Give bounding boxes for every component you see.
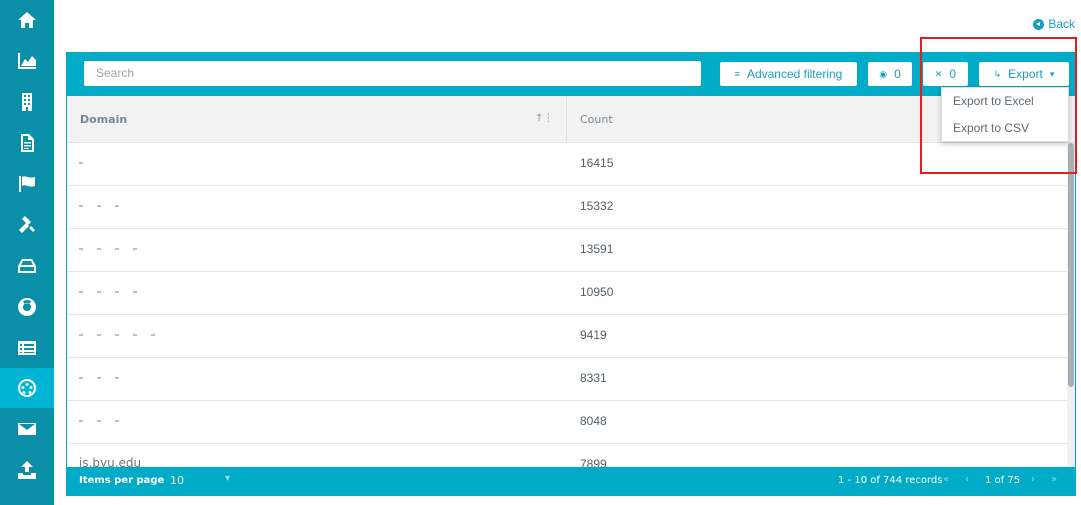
highlight-annotation [920,37,1077,174]
count-cell: 8331 [580,371,607,385]
count-cell: 16415 [580,156,614,170]
search-input[interactable]: Search [84,61,701,86]
caret-down-icon[interactable]: ▾ [225,473,230,484]
domain-cell [79,241,479,261]
sidebar [0,0,54,505]
document-icon [21,134,34,152]
hard-drive-icon [18,259,36,273]
table-row[interactable]: 8048 [67,401,1067,444]
table-row[interactable]: 10950 [67,272,1067,315]
count-cell: 8048 [580,414,607,428]
nav-storage[interactable] [0,246,54,286]
sort-icon[interactable]: ↑⋮ [535,113,553,124]
first-page-icon[interactable]: « [943,474,949,485]
network-icon [18,379,37,397]
nav-documents[interactable] [0,123,54,163]
next-page-icon[interactable]: › [1031,474,1035,485]
last-page-icon[interactable]: » [1051,474,1057,485]
scrollbar-thumb[interactable] [1068,143,1074,387]
items-per-page-label: Items per page [79,475,165,486]
building-icon [22,93,32,111]
domain-cell [79,413,479,433]
list-icon [18,341,36,355]
count-cell: 9419 [580,328,607,342]
visible-columns-button[interactable]: ◉ 0 [868,62,912,86]
nav-home[interactable] [0,0,54,40]
domain-cell [79,284,479,304]
pagination-footer: Items per page 10 ▾ 1 - 10 of 744 record… [67,467,1075,495]
domain-cell [79,198,479,218]
back-link[interactable]: Back [1033,17,1075,31]
items-per-page-select[interactable]: 10 [170,474,184,487]
filter-icon: ≡ [734,69,740,79]
upload-icon [18,461,36,479]
domain-cell [79,370,479,390]
eye-icon: ◉ [879,68,888,79]
nav-buildings[interactable] [0,82,54,122]
domain-cell [79,327,479,347]
nav-network[interactable] [0,368,54,408]
nav-upload[interactable] [0,450,54,490]
gavel-icon [19,216,35,233]
back-label: Back [1048,17,1075,31]
nav-list[interactable] [0,328,54,368]
count-cell: 13591 [580,242,614,256]
envelope-icon [18,423,36,435]
visible-count: 0 [894,67,901,81]
life-ring-icon [18,298,37,316]
count-cell: 15332 [580,199,614,213]
nav-flags[interactable] [0,164,54,204]
advanced-filtering-label: Advanced filtering [746,67,843,81]
previous-page-icon[interactable]: ‹ [965,474,969,485]
page-indicator: 1 of 75 [985,475,1021,486]
nav-messages[interactable] [0,409,54,449]
flag-icon [19,176,35,192]
records-count: 1 - 10 of 744 records [838,475,943,486]
advanced-filtering-button[interactable]: ≡ Advanced filtering [720,62,857,86]
nav-legal[interactable] [0,205,54,245]
count-cell: 10950 [580,285,614,299]
column-header-count[interactable]: Count [580,96,613,143]
nav-analytics[interactable] [0,41,54,81]
table-row[interactable]: 13591 [67,229,1067,272]
table-row[interactable]: 15332 [67,186,1067,229]
table-row[interactable]: 8331 [67,358,1067,401]
column-divider [566,96,567,143]
back-arrow-icon [1033,18,1045,30]
table-row[interactable]: 9419 [67,315,1067,358]
domain-cell [79,155,479,175]
table-row[interactable]: 16415 [67,143,1067,186]
nav-support[interactable] [0,287,54,327]
column-header-domain[interactable]: Domain [80,96,127,143]
area-chart-icon [18,53,36,69]
home-icon [18,12,36,28]
